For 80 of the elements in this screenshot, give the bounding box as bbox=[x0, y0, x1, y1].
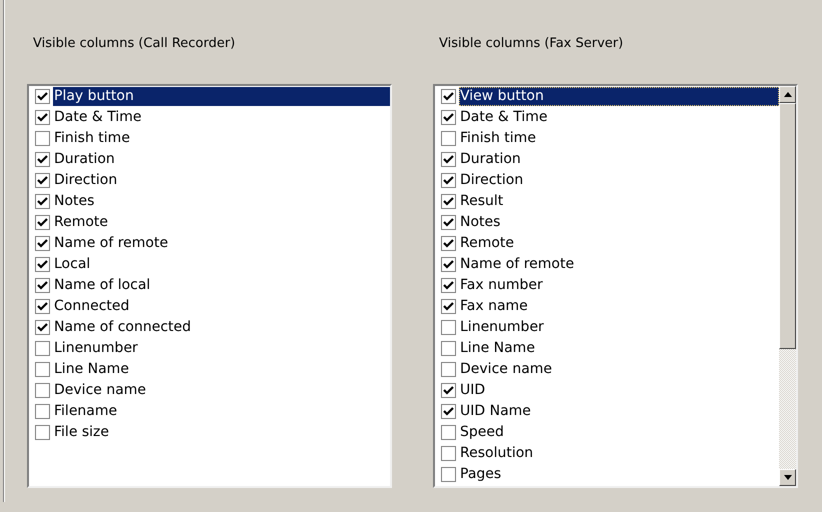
checkbox[interactable] bbox=[441, 425, 456, 440]
checkbox[interactable] bbox=[441, 404, 456, 419]
list-item[interactable]: File size bbox=[53, 423, 110, 442]
list-item[interactable]: Name of connected bbox=[53, 318, 192, 337]
checkbox[interactable] bbox=[441, 173, 456, 188]
list-item[interactable]: UID bbox=[459, 381, 486, 400]
checkbox[interactable] bbox=[35, 383, 50, 398]
list-title: Visible columns (Call Recorder) bbox=[32, 35, 236, 52]
list-item[interactable]: Play button bbox=[53, 87, 390, 106]
list-item[interactable]: Filename bbox=[53, 402, 118, 421]
list-item[interactable]: View button bbox=[459, 87, 779, 106]
up-arrow-icon bbox=[784, 92, 792, 97]
list-item[interactable]: UID Name bbox=[459, 402, 531, 421]
checkbox[interactable] bbox=[35, 194, 50, 209]
checkbox[interactable] bbox=[441, 257, 456, 272]
checkbox[interactable] bbox=[441, 383, 456, 398]
checkbox[interactable] bbox=[35, 89, 50, 104]
checkbox[interactable] bbox=[441, 236, 456, 251]
down-arrow-icon bbox=[784, 475, 792, 480]
list-item[interactable]: Notes bbox=[53, 192, 94, 211]
checkbox[interactable] bbox=[35, 404, 50, 419]
checkbox[interactable] bbox=[35, 278, 50, 293]
list-item[interactable]: Finish time bbox=[459, 129, 536, 148]
list-item[interactable]: Remote bbox=[459, 234, 514, 253]
list-item[interactable]: Duration bbox=[459, 150, 521, 169]
checkbox[interactable] bbox=[441, 215, 456, 230]
list-item[interactable]: Pages bbox=[459, 465, 502, 484]
list-item[interactable]: Connected bbox=[53, 297, 130, 316]
checkbox[interactable] bbox=[35, 341, 50, 356]
list-item[interactable]: Fax name bbox=[459, 297, 528, 316]
checkbox[interactable] bbox=[35, 320, 50, 335]
checkbox[interactable] bbox=[441, 110, 456, 125]
checkbox[interactable] bbox=[35, 362, 50, 377]
checkbox[interactable] bbox=[441, 194, 456, 209]
checkbox[interactable] bbox=[35, 152, 50, 167]
list-item[interactable]: Device name bbox=[459, 360, 552, 379]
list-item[interactable]: Finish time bbox=[53, 129, 130, 148]
checkbox[interactable] bbox=[441, 320, 456, 335]
checkbox[interactable] bbox=[441, 152, 456, 167]
list-item[interactable]: Line Name bbox=[459, 339, 535, 358]
list-item[interactable]: Notes bbox=[459, 213, 500, 232]
checkbox[interactable] bbox=[441, 341, 456, 356]
scroll-up-button[interactable] bbox=[779, 86, 796, 103]
list-item[interactable]: Direction bbox=[459, 171, 524, 190]
list-item[interactable]: Duration bbox=[53, 150, 115, 169]
list-item[interactable]: Name of local bbox=[53, 276, 150, 295]
list-item[interactable]: Result bbox=[459, 192, 504, 211]
list-item[interactable]: Device name bbox=[53, 381, 146, 400]
scroll-thumb[interactable] bbox=[779, 103, 796, 349]
list-title: Visible columns (Fax Server) bbox=[438, 35, 624, 52]
checkbox[interactable] bbox=[441, 299, 456, 314]
checkbox[interactable] bbox=[35, 131, 50, 146]
checkbox[interactable] bbox=[441, 131, 456, 146]
checkbox[interactable] bbox=[35, 236, 50, 251]
scrollbar[interactable] bbox=[779, 86, 796, 486]
list-item[interactable]: Name of remote bbox=[459, 255, 574, 274]
list-item[interactable]: Fax number bbox=[459, 276, 543, 295]
list-item[interactable]: Linenumber bbox=[459, 318, 544, 337]
scroll-down-button[interactable] bbox=[779, 469, 796, 486]
checkbox[interactable] bbox=[441, 467, 456, 482]
checkbox[interactable] bbox=[35, 173, 50, 188]
list-item[interactable]: Date & Time bbox=[459, 108, 548, 127]
checkbox[interactable] bbox=[35, 425, 50, 440]
checkbox[interactable] bbox=[441, 362, 456, 377]
list-item[interactable]: Remote bbox=[53, 213, 108, 232]
list-item[interactable]: Direction bbox=[53, 171, 118, 190]
list-item[interactable]: Speed bbox=[459, 423, 504, 442]
list-item[interactable]: Date & Time bbox=[53, 108, 142, 127]
list-item[interactable]: Line Name bbox=[53, 360, 129, 379]
checkbox[interactable] bbox=[35, 110, 50, 125]
list-item[interactable]: Name of remote bbox=[53, 234, 168, 253]
list-item[interactable]: Linenumber bbox=[53, 339, 138, 358]
checkbox[interactable] bbox=[35, 215, 50, 230]
list-item[interactable]: Resolution bbox=[459, 444, 534, 463]
checkbox[interactable] bbox=[35, 257, 50, 272]
checkbox[interactable] bbox=[441, 278, 456, 293]
checkbox[interactable] bbox=[441, 446, 456, 461]
checkbox[interactable] bbox=[35, 299, 50, 314]
checkbox[interactable] bbox=[441, 89, 456, 104]
list-item[interactable]: Local bbox=[53, 255, 90, 274]
